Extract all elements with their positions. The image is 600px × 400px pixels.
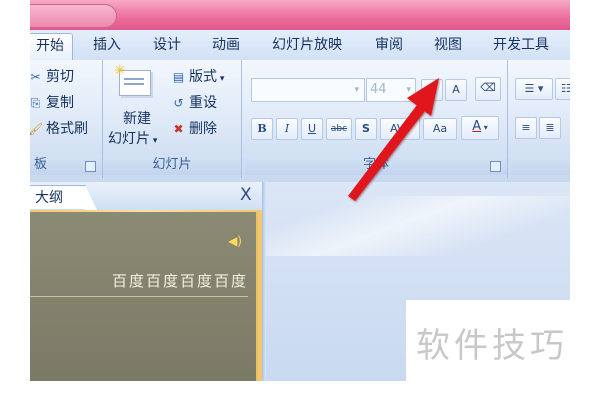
brush-icon: 🖌 [30, 122, 44, 136]
slide-divider-line [30, 296, 248, 297]
tab-design[interactable]: 设计 [153, 35, 181, 55]
scissors-icon: ✂ [30, 70, 41, 84]
align-center-icon: ≣ [545, 121, 555, 134]
ribbon: ✂ 剪切 ⎘ 复制 🖌 格式刷 板 ✳ 新建 幻灯片 ▾ ▤ 版式 ▾ ↺ 重设… [30, 60, 570, 182]
numbering-icon: ☷ [561, 82, 570, 95]
font-group-label: 字体 [245, 155, 507, 175]
new-slide-icon[interactable]: ✳ [114, 63, 151, 96]
clipboard-group: ✂ 剪切 ⎘ 复制 🖌 格式刷 板 [30, 60, 103, 178]
pane-tab-bar: 大纲 [30, 182, 262, 211]
reset-icon: ↺ [173, 96, 184, 110]
slides-group-label: 幻灯片 [103, 155, 241, 175]
dropdown-arrow-icon: ▾ [150, 136, 158, 146]
tab-outline[interactable]: 大纲 [30, 185, 97, 210]
tab-animations[interactable]: 动画 [212, 35, 240, 55]
grow-font-button[interactable]: A [421, 79, 443, 101]
format-painter-button[interactable]: 🖌 格式刷 [30, 120, 88, 138]
cut-label: 剪切 [46, 69, 74, 85]
grow-font-label: A [427, 82, 437, 97]
change-case-button[interactable]: Aa [423, 118, 457, 140]
font-name-combo[interactable]: ▾ [251, 78, 365, 102]
strikethrough-label: abc [330, 124, 348, 134]
clipboard-dialog-launcher[interactable] [85, 161, 96, 172]
dropdown-arrow-icon: ▾ [217, 74, 225, 84]
copy-icon: ⎘ [30, 96, 41, 110]
reset-label: 重设 [189, 95, 217, 111]
underline-label: U [307, 122, 317, 135]
tab-view[interactable]: 视图 [434, 35, 462, 55]
dropdown-arrow-icon: ▾ [354, 85, 359, 95]
tab-developer[interactable]: 开发工具 [493, 35, 549, 55]
paragraph-group: ☰ ▾ ☷ ≡ ≣ [511, 60, 570, 178]
title-bar [30, 0, 570, 30]
spacing-icon: AV▾ [390, 122, 410, 135]
align-left-icon: ≡ [521, 121, 531, 134]
layout-button[interactable]: ▤ 版式 ▾ [171, 68, 225, 88]
shrink-font-label: A [452, 83, 460, 96]
shrink-font-button[interactable]: A [445, 79, 467, 101]
bullets-icon: ☰ ▾ [524, 82, 544, 95]
font-color-button[interactable]: A ▾ [461, 116, 499, 140]
eraser-icon: ⌫ [480, 81, 496, 94]
delete-button[interactable]: ✖ 删除 [171, 120, 217, 138]
ribbon-tab-bar: 开始 插入 设计 动画 幻灯片放映 审阅 视图 开发工具 [30, 30, 570, 61]
font-dialog-launcher[interactable] [490, 161, 501, 172]
shadow-label: S [362, 122, 370, 135]
strikethrough-button[interactable]: abc [326, 118, 352, 140]
tab-slideshow[interactable]: 幻灯片放映 [272, 35, 342, 55]
speaker-icon: ◀) [228, 234, 242, 248]
dropdown-arrow-icon: ▾ [406, 85, 411, 95]
font-size-value: 44 [370, 82, 387, 97]
slide-thumbnail[interactable]: ◀) 百度百度百度百度 [30, 212, 258, 381]
quick-access-toolbar[interactable] [30, 4, 117, 28]
delete-icon: ✖ [173, 122, 184, 136]
align-left-button[interactable]: ≡ [515, 117, 537, 139]
bold-button[interactable]: B [251, 118, 273, 140]
layout-icon: ▤ [172, 70, 185, 84]
paragraph-group-label [511, 155, 570, 175]
italic-label: I [284, 122, 290, 135]
layout-label: 版式 [189, 69, 217, 85]
editor-background-sheen [266, 196, 570, 256]
new-slide-label-2: 幻灯片 [108, 131, 150, 147]
slides-group: ✳ 新建 幻灯片 ▾ ▤ 版式 ▾ ↺ 重设 ✖ 删除 幻灯片 [103, 60, 242, 178]
shadow-button[interactable]: S [355, 118, 377, 140]
bullets-button[interactable]: ☰ ▾ [515, 78, 553, 100]
dropdown-arrow-icon: ▾ [481, 123, 488, 132]
tab-home[interactable]: 开始 [30, 33, 73, 60]
underline-button[interactable]: U [301, 118, 323, 140]
font-group: ▾ 44 ▾ A A ⌫ B I U abc S AV▾ Aa A ▾ 字体 [245, 60, 508, 178]
font-size-combo[interactable]: 44 ▾ [366, 78, 416, 102]
align-center-button[interactable]: ≣ [539, 117, 561, 139]
sparkle-icon: ✳ [114, 63, 126, 79]
delete-label: 删除 [189, 121, 217, 137]
format-painter-label: 格式刷 [46, 121, 88, 137]
copy-label: 复制 [46, 95, 74, 111]
reset-button[interactable]: ↺ 重设 [171, 94, 217, 112]
new-slide-label-1[interactable]: 新建 [123, 110, 151, 128]
character-spacing-button[interactable]: AV▾ [380, 118, 420, 140]
watermark: 软件技巧 [406, 300, 570, 381]
tab-insert[interactable]: 插入 [93, 35, 121, 55]
tab-review[interactable]: 审阅 [375, 35, 403, 55]
bold-label: B [257, 122, 267, 135]
watermark-text: 软件技巧 [416, 326, 568, 366]
copy-button[interactable]: ⎘ 复制 [30, 94, 74, 112]
clear-formatting-button[interactable]: ⌫ [475, 77, 501, 101]
numbering-button[interactable]: ☷ [555, 78, 570, 100]
close-pane-icon[interactable]: X [240, 183, 252, 207]
new-slide-button[interactable]: 幻灯片 ▾ [108, 130, 157, 150]
change-case-label: Aa [432, 122, 448, 135]
slide-thumbnail-text: 百度百度百度百度 [111, 272, 248, 290]
italic-button[interactable]: I [276, 118, 298, 140]
cut-button[interactable]: ✂ 剪切 [30, 68, 74, 86]
font-color-label: A [472, 119, 482, 134]
